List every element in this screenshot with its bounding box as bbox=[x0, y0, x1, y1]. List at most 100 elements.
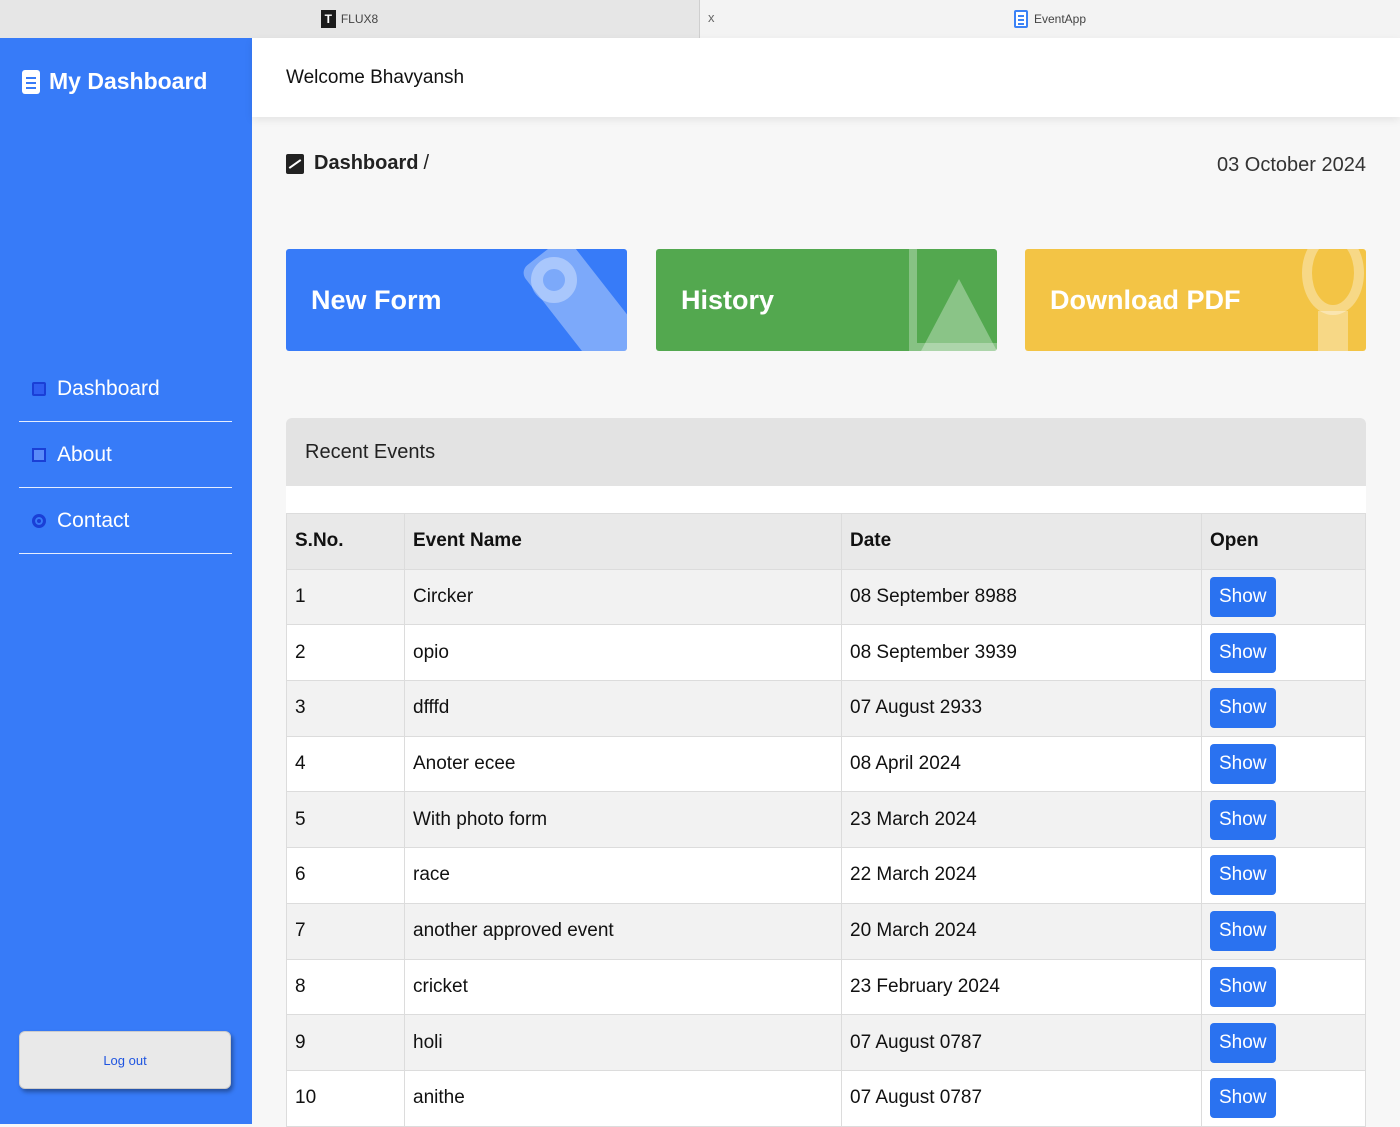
logout-button[interactable]: Log out bbox=[19, 1031, 231, 1089]
table-row: 7 another approved event 20 March 2024 Show bbox=[286, 902, 1366, 960]
brand-title: My Dashboard bbox=[49, 68, 208, 94]
cell-event-name: another approved event bbox=[404, 902, 842, 960]
cell-open: Show bbox=[1201, 735, 1366, 793]
new-form-card[interactable]: New Form bbox=[286, 249, 627, 351]
cell-sno: 4 bbox=[286, 735, 405, 793]
cell-event-name: holi bbox=[404, 1014, 842, 1071]
cell-open: Show bbox=[1201, 847, 1366, 904]
card-label: History bbox=[681, 284, 775, 315]
browser-tab-eventapp[interactable]: x EventApp bbox=[700, 0, 1400, 38]
card-label: New Form bbox=[311, 284, 442, 315]
recent-events-header: Recent Events bbox=[286, 418, 1366, 486]
cell-date: 22 March 2024 bbox=[841, 847, 1202, 904]
breadcrumb-label[interactable]: Dashboard bbox=[314, 152, 418, 175]
cell-open: Show bbox=[1201, 568, 1366, 626]
table-row: 10 anithe 07 August 0787 Show bbox=[286, 1069, 1366, 1127]
tools-icon-part bbox=[531, 257, 577, 303]
cell-open: Show bbox=[1201, 958, 1366, 1016]
column-header: S.No. bbox=[286, 513, 405, 570]
show-button[interactable]: Show bbox=[1210, 577, 1276, 618]
cell-sno: 6 bbox=[286, 847, 405, 904]
cell-date: 07 August 0787 bbox=[841, 1014, 1202, 1071]
table-row: 5 With photo form 23 March 2024 Show bbox=[286, 791, 1366, 849]
document-icon bbox=[1013, 10, 1028, 28]
cell-sno: 2 bbox=[286, 624, 405, 682]
cell-sno: 7 bbox=[286, 902, 405, 960]
table-row: 3 dfffd 07 August 2933 Show bbox=[286, 680, 1366, 737]
cell-event-name: cricket bbox=[404, 958, 842, 1016]
sidebar-item-dashboard[interactable]: Dashboard bbox=[19, 356, 232, 422]
cell-event-name: dfffd bbox=[404, 680, 842, 737]
cell-sno: 8 bbox=[286, 958, 405, 1016]
show-button[interactable]: Show bbox=[1210, 688, 1276, 729]
cell-sno: 9 bbox=[286, 1014, 405, 1071]
brand[interactable]: My Dashboard bbox=[22, 68, 207, 95]
cell-event-name: Anoter ecee bbox=[404, 735, 842, 793]
cell-date: 07 August 2933 bbox=[841, 680, 1202, 737]
cell-event-name: Circker bbox=[404, 568, 842, 626]
column-header: Open bbox=[1201, 513, 1366, 570]
cell-event-name: opio bbox=[404, 624, 842, 682]
cell-open: Show bbox=[1201, 1069, 1366, 1127]
cell-open: Show bbox=[1201, 1014, 1366, 1071]
browser-tab-flux8[interactable]: T FLUX8 bbox=[0, 0, 700, 38]
cell-open: Show bbox=[1201, 791, 1366, 849]
table-row: 6 race 22 March 2024 Show bbox=[286, 847, 1366, 904]
cell-event-name: anithe bbox=[404, 1069, 842, 1127]
cell-open: Show bbox=[1201, 624, 1366, 682]
cell-date: 08 April 2024 bbox=[841, 735, 1202, 793]
events-table: S.No. Event Name Date Open 1 Circker 08 Se… bbox=[286, 513, 1366, 1127]
close-tab-icon[interactable]: x bbox=[708, 10, 715, 25]
cell-date: 08 September 3939 bbox=[841, 624, 1202, 682]
cell-event-name: With photo form bbox=[404, 791, 842, 849]
show-button[interactable]: Show bbox=[1210, 911, 1276, 952]
sidebar: My Dashboard Dashboard About Contact Log… bbox=[0, 38, 252, 1124]
sidebar-item-label: About bbox=[57, 442, 112, 466]
history-card[interactable]: History bbox=[656, 249, 997, 351]
column-header: Event Name bbox=[404, 513, 842, 570]
cell-date: 08 September 8988 bbox=[841, 568, 1202, 626]
cell-sno: 3 bbox=[286, 680, 405, 737]
table-row: 2 opio 08 September 3939 Show bbox=[286, 624, 1366, 682]
card-label: Download PDF bbox=[1050, 284, 1241, 315]
lightbulb-icon bbox=[1302, 249, 1364, 315]
show-button[interactable]: Show bbox=[1210, 855, 1276, 896]
current-date: 03 October 2024 bbox=[1217, 154, 1366, 176]
show-button[interactable]: Show bbox=[1210, 1022, 1276, 1063]
table-row: 9 holi 07 August 0787 Show bbox=[286, 1014, 1366, 1071]
table-row: 4 Anoter ecee 08 April 2024 Show bbox=[286, 735, 1366, 793]
chart-icon bbox=[286, 153, 304, 174]
top-header: Welcome Bhavyansh bbox=[252, 38, 1400, 117]
cell-sno: 1 bbox=[286, 568, 405, 626]
panel-title: Recent Events bbox=[305, 440, 436, 463]
events-table-body: 1 Circker 08 September 8988 Show 2 opio 08 Sep… bbox=[286, 568, 1366, 1127]
browser-tab-bar: T FLUX8 x EventApp bbox=[0, 0, 1400, 38]
show-button[interactable]: Show bbox=[1210, 966, 1276, 1007]
show-button[interactable]: Show bbox=[1210, 1078, 1276, 1119]
cell-date: 23 February 2024 bbox=[841, 958, 1202, 1016]
cell-open: Show bbox=[1201, 902, 1366, 960]
sidebar-nav: Dashboard About Contact bbox=[19, 356, 232, 554]
sidebar-item-contact[interactable]: Contact bbox=[19, 488, 232, 554]
sidebar-item-about[interactable]: About bbox=[19, 422, 232, 488]
cell-event-name: race bbox=[404, 847, 842, 904]
table-row: 1 Circker 08 September 8988 Show bbox=[286, 568, 1366, 626]
document-icon bbox=[22, 69, 40, 94]
cell-date: 23 March 2024 bbox=[841, 791, 1202, 849]
lightbulb-icon-part bbox=[1318, 311, 1348, 351]
gear-icon bbox=[32, 513, 46, 528]
tab-label: EventApp bbox=[1033, 12, 1087, 26]
show-button[interactable]: Show bbox=[1210, 632, 1276, 673]
download-pdf-card[interactable]: Download PDF bbox=[1025, 249, 1366, 351]
breadcrumb: Dashboard / bbox=[286, 152, 429, 175]
t-logo-icon: T bbox=[320, 10, 336, 28]
tab-label: FLUX8 bbox=[340, 12, 379, 26]
breadcrumb-separator: / bbox=[423, 152, 430, 174]
welcome-text: Welcome Bhavyansh bbox=[286, 66, 465, 88]
column-header: Date bbox=[841, 513, 1202, 570]
sidebar-item-label: Dashboard bbox=[57, 376, 160, 400]
show-button[interactable]: Show bbox=[1210, 744, 1276, 785]
cell-sno: 5 bbox=[286, 791, 405, 849]
show-button[interactable]: Show bbox=[1210, 799, 1276, 840]
panel-spacer bbox=[286, 486, 1366, 513]
